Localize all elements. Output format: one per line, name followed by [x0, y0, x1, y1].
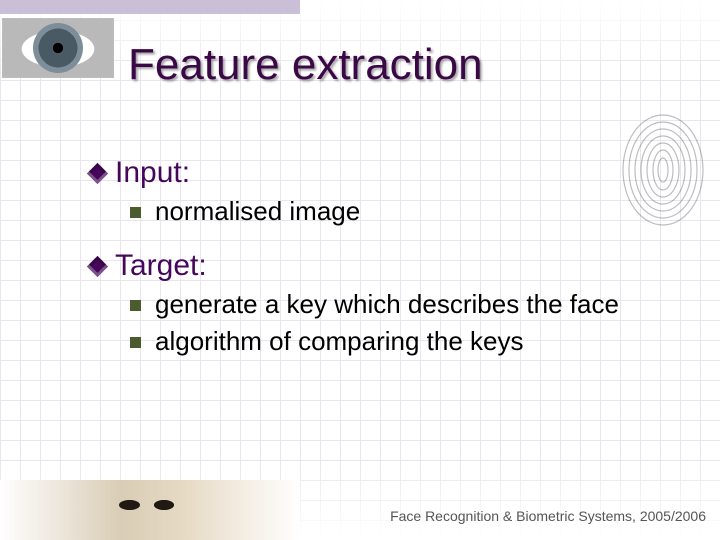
square-bullet-icon [130, 337, 141, 348]
bullet-level2: generate a key which describes the face [130, 289, 690, 320]
bullet-text: normalised image [155, 196, 360, 227]
section-heading: Input: [115, 156, 190, 190]
square-bullet-icon [130, 300, 141, 311]
bullet-text: algorithm of comparing the keys [155, 326, 524, 357]
bullet-level2: algorithm of comparing the keys [130, 326, 690, 357]
square-bullet-icon [130, 207, 141, 218]
bullet-level2: normalised image [130, 196, 690, 227]
bullet-level1: Input: [90, 156, 690, 190]
content-area: Input: normalised image Target: generate… [90, 150, 690, 357]
footer-text: Face Recognition & Biometric Systems, 20… [390, 508, 706, 524]
diamond-bullet-icon [87, 163, 108, 184]
slide: { "title": "Feature extraction", "sectio… [0, 0, 720, 540]
eye-image [2, 18, 114, 78]
face-strip-image [0, 480, 300, 540]
slide-title: Feature extraction [128, 40, 483, 90]
section-heading: Target: [115, 249, 207, 283]
bullet-text: generate a key which describes the face [155, 289, 619, 320]
bullet-level1: Target: [90, 249, 690, 283]
diamond-bullet-icon [87, 256, 108, 277]
decor-top-bar [0, 0, 300, 14]
